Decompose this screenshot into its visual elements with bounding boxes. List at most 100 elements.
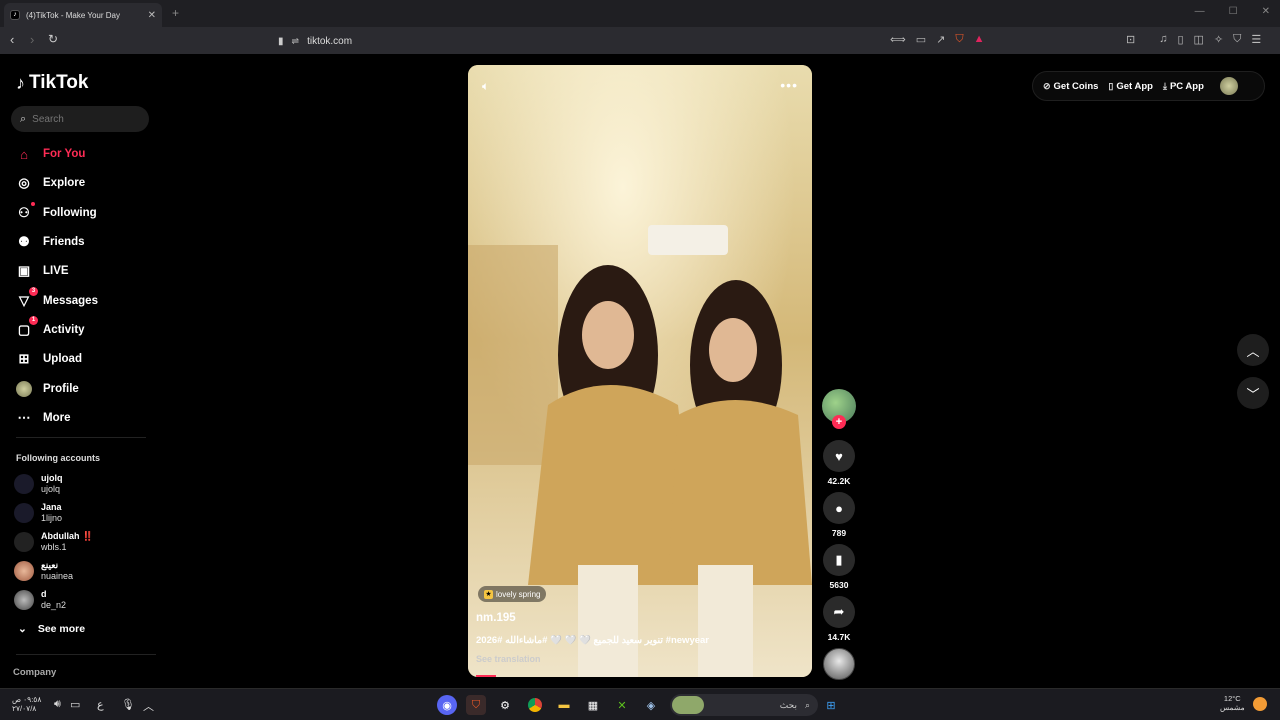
new-tab-button[interactable]: + (172, 6, 179, 20)
brave-rewards-icon[interactable]: ▲ (974, 33, 985, 46)
minimize-icon[interactable]: — (1195, 6, 1205, 17)
file-explorer-icon[interactable]: ▬ (554, 695, 574, 715)
tiktok-logo[interactable]: ♪ TikTok (16, 72, 88, 94)
bookmark-icon: ▮ (835, 552, 843, 567)
sidebar-item-upload[interactable]: ⊞ Upload (16, 348, 82, 370)
taskbar-search[interactable]: بحث ⌕ (670, 694, 818, 716)
tiktok-favicon-icon: ♪ (10, 10, 20, 20)
sidebar-item-friends[interactable]: ⚉ Friends (16, 231, 85, 253)
pc-app-button[interactable]: ⤓ PC App (1163, 81, 1204, 92)
leo-ai-icon[interactable]: ✧ (1214, 33, 1223, 46)
back-icon[interactable]: ‹ (10, 32, 14, 47)
chevron-down-icon: ⌄ (18, 623, 27, 635)
discord-app-icon[interactable]: ◉ (437, 695, 457, 715)
volume-tray-icon[interactable]: 🔊︎ (54, 698, 61, 711)
reload-icon[interactable]: ↻ (48, 32, 58, 46)
taskbar-clock[interactable]: ٠٩:٥٨ ص ٢٧/٠٧/٨ (12, 695, 41, 713)
share-count: 14.7K (827, 632, 851, 642)
sidebar-item-messages[interactable]: ▽ 3 Messages (16, 287, 98, 312)
settings-app-icon[interactable]: ⚙ (495, 695, 515, 715)
divider (16, 437, 146, 438)
menu-icon[interactable]: ☰ (1251, 33, 1261, 46)
search-input[interactable] (32, 113, 133, 125)
avatar (14, 532, 34, 552)
following-account[interactable]: d de_n2 (14, 588, 154, 612)
translate-icon[interactable]: ⟺ (890, 33, 906, 46)
following-account[interactable]: Jana 1lijno (14, 501, 154, 525)
sidebar-toggle-icon[interactable]: ▯ (1177, 33, 1183, 46)
tray-overflow-icon[interactable]: ︿ (143, 698, 154, 714)
effect-tag-label: lovely spring (496, 589, 541, 599)
video-progress-bar[interactable] (476, 675, 496, 677)
sidebar-item-label: More (43, 412, 71, 424)
sidebar-item-live[interactable]: ▣ LIVE (16, 260, 69, 282)
screenshot-icon[interactable]: ⊡ (1126, 33, 1135, 46)
more-options-icon[interactable]: ••• (780, 77, 798, 93)
heart-icon: ♥ (835, 448, 843, 464)
search-box[interactable]: ⌕ (11, 106, 149, 132)
see-translation-button[interactable]: See translation (476, 654, 541, 664)
follow-plus-icon[interactable]: + (832, 415, 846, 429)
microphone-tray-icon[interactable]: 🎙︎ (121, 698, 135, 711)
see-more-button[interactable]: ⌄ See more (18, 623, 85, 635)
network-tray-icon[interactable]: ▭ (70, 698, 80, 711)
following-account[interactable]: ujolq ujolq (14, 472, 154, 496)
previous-video-button[interactable]: ︿ (1237, 334, 1269, 366)
comment-count: 789 (831, 528, 847, 538)
sidebar-item-for-you[interactable]: ⌂ For You (16, 143, 85, 165)
share-page-icon[interactable]: ↗ (936, 33, 945, 46)
clock-date: ٢٧/٠٧/٨ (12, 704, 37, 713)
video-player[interactable]: 🔈︎ ••• ★ lovely spring nm.195 تنوير سعيد… (468, 65, 812, 677)
sidebar-item-label: Friends (43, 236, 85, 248)
sidebar-item-following[interactable]: ⚇ Following (16, 202, 97, 224)
search-icon: ⌕ (804, 699, 810, 710)
get-coins-button[interactable]: ⊘ Get Coins (1043, 81, 1098, 92)
user-avatar[interactable] (1219, 77, 1238, 95)
browser-toolbar-icons: ⊡ ♫ ▯ ◫ ✧ ⛉ ☰ (1126, 33, 1261, 46)
browser-tab[interactable]: ♪ (4)TikTok - Make Your Day ✕ (4, 3, 162, 27)
next-video-button[interactable]: ﹀ (1237, 377, 1269, 409)
sidebar-item-more[interactable]: ⋯ More (16, 407, 71, 429)
company-link[interactable]: Company (13, 667, 56, 678)
store-app-icon[interactable]: ▦ (583, 695, 603, 715)
account-name: Abdullah ‼️ (41, 531, 94, 541)
windows-start-icon[interactable]: ⊞ (821, 695, 841, 715)
maximize-icon[interactable]: ☐ (1229, 6, 1238, 17)
close-window-icon[interactable]: ✕ (1262, 6, 1270, 17)
comment-button[interactable]: ● (823, 492, 855, 524)
wallet-icon[interactable]: ◫ (1194, 33, 1204, 46)
language-indicator[interactable]: ع (97, 698, 104, 711)
following-account[interactable]: نعينع nuainea (14, 559, 154, 583)
weather-temperature: 12°C (1223, 694, 1241, 703)
get-app-button[interactable]: ▯ Get App (1108, 81, 1153, 92)
account-name: d (41, 589, 47, 599)
volume-icon[interactable]: 🔈︎ (482, 79, 489, 94)
sidebar-item-activity[interactable]: ▢ 1 Activity (16, 316, 85, 341)
see-more-label: See more (37, 623, 86, 635)
sidebar-item-label: Explore (43, 177, 86, 189)
close-tab-icon[interactable]: ✕ (148, 10, 156, 21)
brave-app-icon[interactable]: ⛉ (466, 695, 486, 715)
cast-icon[interactable]: ▭ (916, 33, 926, 46)
chrome-app-icon[interactable] (525, 695, 545, 715)
music-icon[interactable]: ♫ (1159, 33, 1167, 46)
effect-tag[interactable]: ★ lovely spring (478, 586, 547, 602)
save-button[interactable]: ▮ (823, 544, 855, 576)
vpn-icon[interactable]: ⛉ (1233, 33, 1241, 46)
video-username[interactable]: nm.195 (476, 612, 516, 624)
forward-icon[interactable]: › (30, 32, 34, 47)
like-button[interactable]: ♥ (823, 440, 855, 472)
weather-widget[interactable]: 12°C مشمس (1220, 694, 1245, 712)
share-button[interactable]: ➦ (823, 596, 855, 628)
sidebar-item-explore[interactable]: ◎ Explore (16, 172, 85, 194)
bookmark-icon[interactable]: ▮ (278, 36, 284, 47)
brave-shield-icon[interactable]: ⛉ (955, 33, 963, 46)
sidebar-item-profile[interactable]: Profile (16, 378, 79, 400)
url-text[interactable]: tiktok.com (307, 36, 352, 47)
steam-app-icon[interactable]: ◈ (641, 695, 661, 715)
xbox-app-icon[interactable]: ✕ (612, 695, 632, 715)
weather-description: مشمس (1220, 703, 1245, 712)
site-info-icon[interactable]: ⇌ (292, 36, 300, 47)
sound-avatar[interactable] (823, 648, 855, 680)
following-account[interactable]: Abdullah ‼️ wbls.1 (14, 530, 154, 554)
